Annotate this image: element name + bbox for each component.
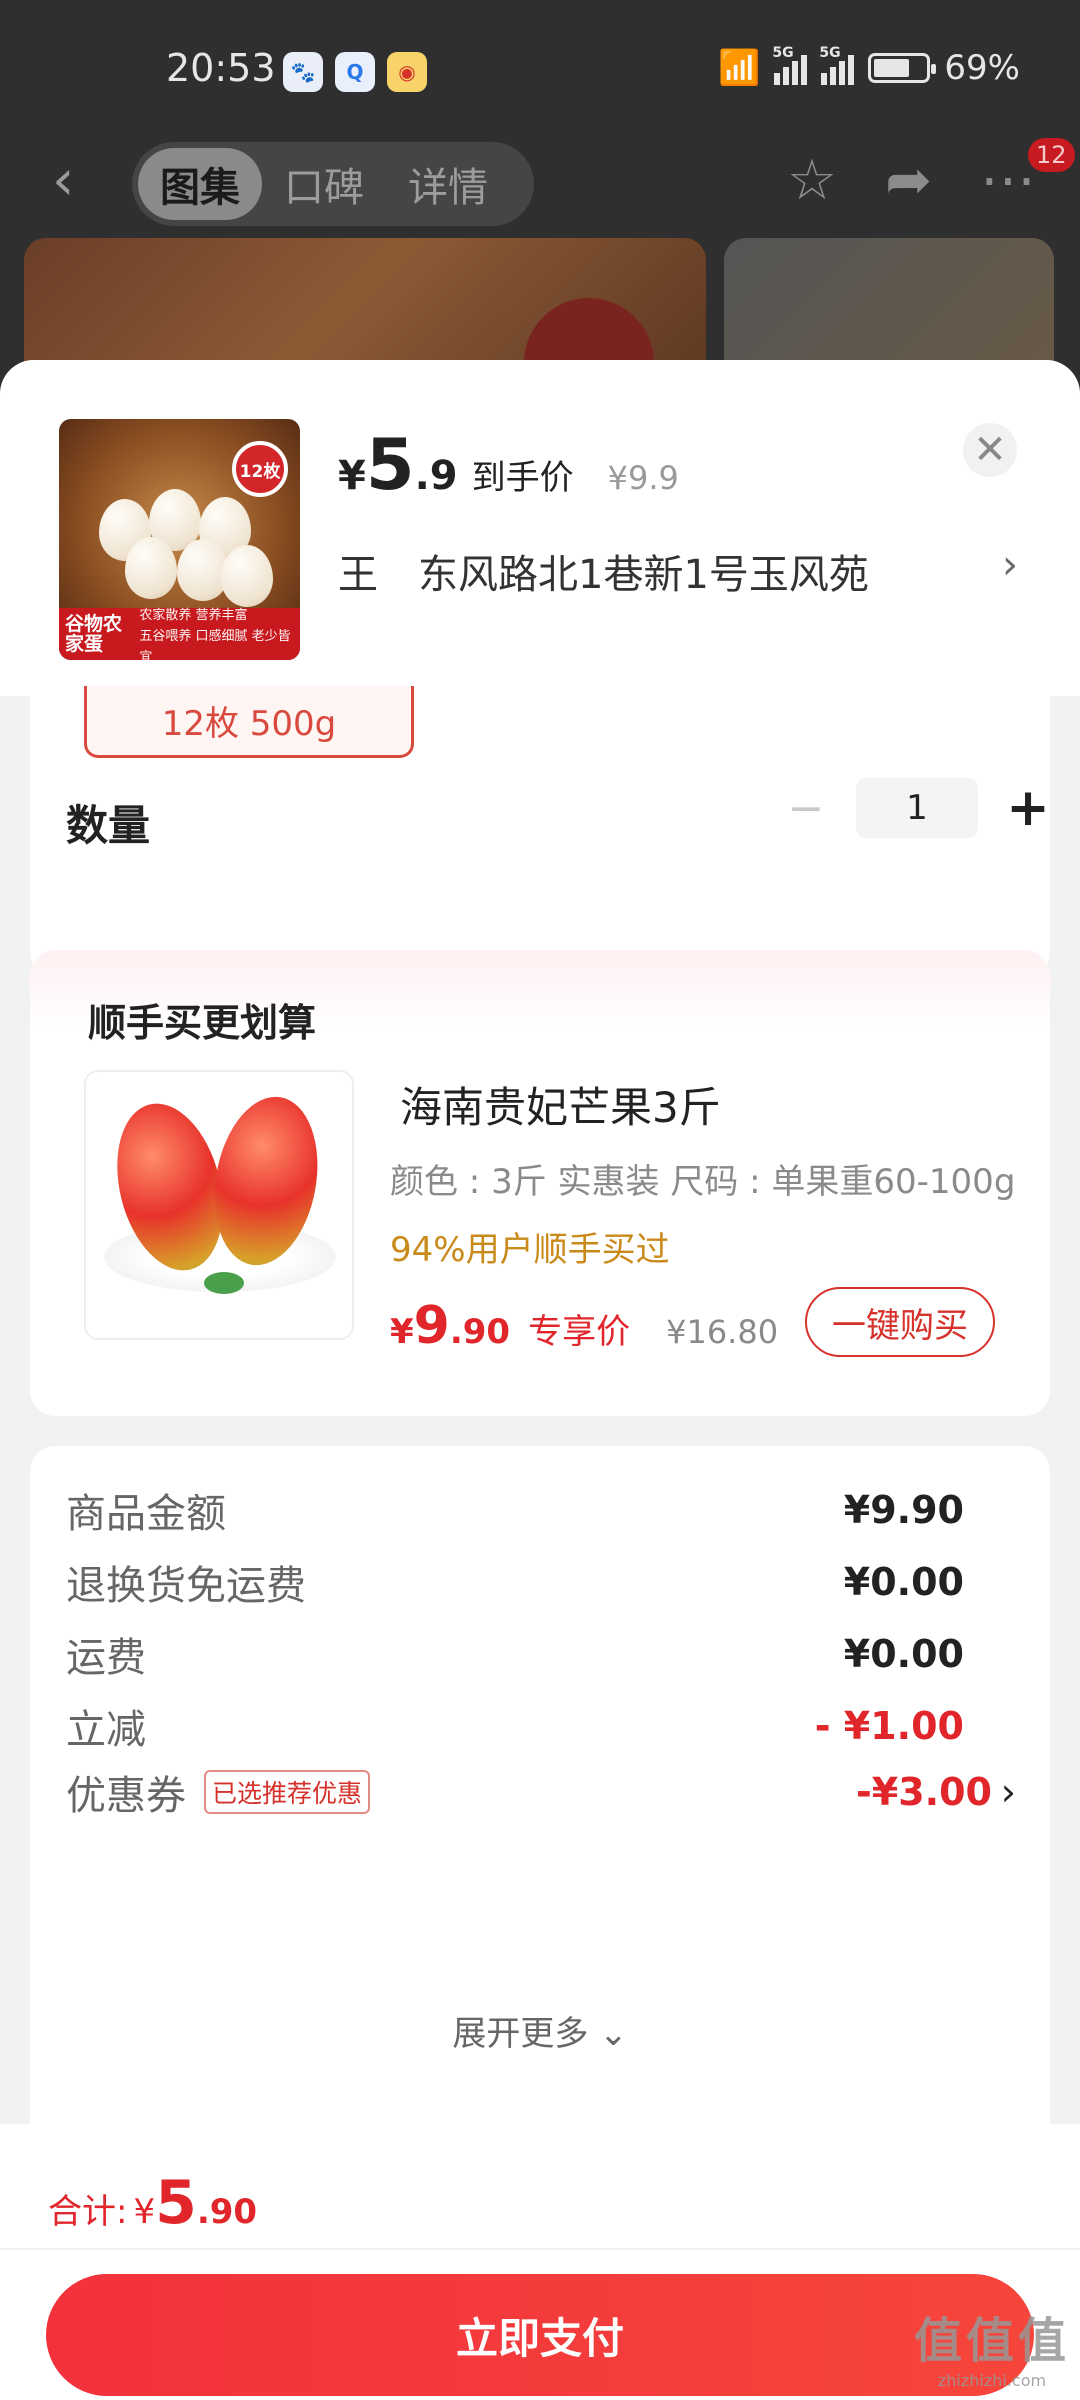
price-decimal: .9 [414,453,458,499]
recommend-title: 顺手买更划算 [88,1001,317,1045]
address-selector[interactable]: 王 东风路北1巷新1号玉风苑 › [338,542,1018,600]
fee-row: 立减 - ¥1.00 [66,1696,1016,1756]
minus-button[interactable]: − [776,783,836,834]
status-app-icons: 🐾 Q ◉ [283,52,427,92]
product-thumbnail: 12枚 谷物农家蛋 农家散养 营养丰富 五谷喂养 口感细腻 老少皆宜 [59,419,300,660]
recommend-social-proof: 94%用户顺手买过 [390,1230,670,1270]
plus-button[interactable]: + [998,778,1058,838]
close-icon[interactable]: ✕ [963,423,1017,477]
fee-label: 运费 [66,1635,146,1681]
notification-badge: 12 [1028,138,1075,172]
more-button[interactable]: ⋯ 12 [980,138,1075,213]
chevron-right-icon: › [1002,542,1018,588]
share-icon[interactable]: ➦ [885,148,932,213]
battery-icon [868,53,937,83]
recommend-product-name[interactable]: 海南贵妃芒果3斤 [400,1074,721,1135]
coupon-tag: 已选推荐优惠 [204,1770,371,1814]
price-tag: 到手价 [471,458,574,498]
sku-option-selected[interactable]: 12枚 500g [84,686,414,758]
signal-icon: 5G [772,45,808,85]
purchase-sheet: 12枚 谷物农家蛋 农家散养 营养丰富 五谷喂养 口感细腻 老少皆宜 ¥ 5 .… [0,360,1080,2400]
quantity-input[interactable]: 1 [856,778,978,838]
address-name: 王 [338,552,378,598]
address-text: 东风路北1巷新1号玉风苑 [418,552,869,598]
watermark-logo: 值值值 [913,2313,1070,2369]
chevron-right-icon: › [1000,1770,1016,1814]
thumb-caption-line1: 农家散养 营养丰富 [139,607,248,623]
recommend-price-symbol: ¥ [390,1312,414,1352]
total-label: 合计: [48,2192,128,2232]
final-price: ¥ 5 .9 到手价 ¥9.9 [338,430,679,500]
total-amount: 合计: ¥ 5 .90 [48,2168,257,2238]
total-symbol: ¥ [133,2192,156,2232]
spec-card: 12枚 500g 数量 − 1 + [30,686,1050,978]
status-bar: 20:53 🐾 Q ◉ 📶 5G 5G 69% [0,0,1080,130]
fee-row: 商品金额 ¥9.90 [66,1480,1016,1540]
divider [0,2248,1080,2250]
pay-now-button[interactable]: 立即支付 [46,2274,1034,2396]
tab-details[interactable]: 详情 [386,148,510,220]
recommend-product-spec: 颜色 : 3斤 实惠装 尺码 : 单果重60-100g [390,1162,1016,1202]
thumb-caption-line2: 五谷喂养 口感细腻 老少皆宜 [139,628,291,661]
back-icon[interactable]: ‹ [52,153,102,209]
quantity-label: 数量 [66,801,151,850]
battery-percent: 69% [944,48,1020,88]
thumb-caption: 谷物农家蛋 农家散养 营养丰富 五谷喂养 口感细腻 老少皆宜 [59,608,300,660]
fee-value: ¥0.00 [843,1632,964,1676]
recommend-product-image[interactable] [84,1070,354,1340]
watermark: 值值值 zhizhizhi.com [914,2301,1070,2390]
fee-label: 立减 [66,1707,146,1753]
fee-value: ¥9.90 [843,1488,964,1532]
sheet-header: 12枚 谷物农家蛋 农家散养 营养丰富 五谷喂养 口感细腻 老少皆宜 ¥ 5 .… [0,360,1080,696]
total-decimal: .90 [196,2192,258,2232]
fee-row: 退换货免运费 ¥0.00 [66,1552,1016,1612]
weibo-app-icon: ◉ [387,52,427,92]
tab-reviews[interactable]: 口碑 [262,148,386,220]
original-price: ¥9.9 [607,459,679,497]
discount-value: - ¥1.00 [814,1704,964,1748]
eggs-illustration [89,479,273,607]
quantity-stepper: − 1 + [776,778,1058,838]
star-icon[interactable]: ☆ [787,148,837,213]
nav-actions: ☆ ➦ ⋯ 12 [787,138,1075,213]
recommend-price-decimal: .90 [449,1312,511,1352]
tab-bar: 图集 口碑 详情 [132,142,534,226]
search-app-icon: Q [335,52,375,92]
fee-label: 优惠券 [66,1773,186,1819]
signal-icon: 5G [819,45,855,85]
price-symbol: ¥ [338,453,366,499]
wifi-icon: 📶 [718,48,761,88]
watermark-url: zhizhizhi.com [937,2371,1047,2390]
checkout-footer: 合计: ¥ 5 .90 立即支付 值值值 zhizhizhi.com [0,2124,1080,2400]
tab-gallery[interactable]: 图集 [138,148,262,220]
status-right: 📶 5G 5G 69% [718,45,1020,88]
recommend-card: 顺手买更划算 海南贵妃芒果3斤 颜色 : 3斤 实惠装 尺码 : 单果重60-1… [30,950,1050,1416]
thumb-badge: 12枚 [232,441,288,497]
expand-more-button[interactable]: 展开更多 ⌄ [30,2006,1050,2055]
fee-summary-card: 商品金额 ¥9.90 退换货免运费 ¥0.00 运费 ¥0.00 立减 - ¥1… [30,1446,1050,2186]
baidu-app-icon: 🐾 [283,52,323,92]
coupon-row[interactable]: 优惠券 已选推荐优惠 -¥3.00 › [66,1762,1016,1822]
recommend-price: ¥ 9 .90 专享价 ¥16.80 [390,1296,778,1356]
fee-label: 退换货免运费 [66,1563,306,1609]
recommend-price-integer: 9 [413,1296,450,1356]
price-integer: 5 [365,424,415,506]
fee-label: 商品金额 [66,1491,226,1537]
background-page: 20:53 🐾 Q ◉ 📶 5G 5G 69% ‹ 图集 口碑 详情 ☆ ➦ ⋯… [0,0,1080,400]
status-time: 20:53 [166,46,276,90]
thumb-brand: 谷物农家蛋 [65,613,123,655]
fee-value: ¥0.00 [843,1560,964,1604]
recommend-price-tag: 专享价 [528,1312,631,1352]
recommend-original-price: ¥16.80 [666,1313,779,1351]
one-click-buy-button[interactable]: 一键购买 [805,1287,995,1357]
total-integer: 5 [155,2168,197,2238]
product-navbar: ‹ 图集 口碑 详情 ☆ ➦ ⋯ 12 [0,138,1080,228]
fee-row: 运费 ¥0.00 [66,1624,1016,1684]
coupon-value: -¥3.00 [856,1770,992,1814]
